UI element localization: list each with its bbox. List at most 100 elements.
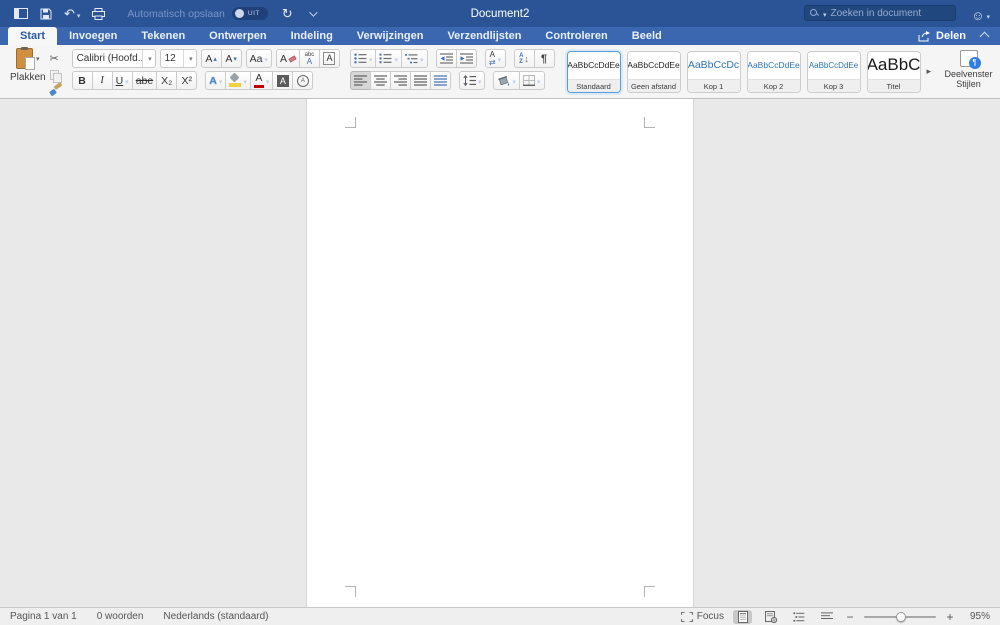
search-icon [810, 9, 819, 18]
print-layout-view-button[interactable] [733, 610, 752, 624]
italic-button[interactable]: I [92, 71, 113, 90]
styles-pane-button[interactable]: ¶ Deelvenster Stijlen [941, 45, 1000, 98]
tab-verzendlijsten[interactable]: Verzendlijsten [435, 27, 533, 45]
numbering-button[interactable] [375, 49, 402, 68]
highlighter-icon [229, 74, 241, 87]
draft-icon [821, 612, 833, 621]
shading-button[interactable] [493, 71, 520, 90]
subscript-button[interactable]: X₂ [156, 71, 177, 90]
undo-dropdown-caret-icon[interactable] [75, 5, 81, 23]
search-scope-caret-icon[interactable] [821, 4, 827, 22]
page-count[interactable]: Pagina 1 van 1 [10, 611, 77, 622]
search-input[interactable]: Zoeken in document [804, 5, 956, 21]
styles-pane-icon: ¶ [960, 50, 978, 67]
clear-formatting-button[interactable]: A [276, 49, 300, 68]
font-family-value: Calibri (Hoofd... [73, 53, 142, 64]
align-center-button[interactable] [370, 71, 391, 90]
tab-controleren[interactable]: Controleren [533, 27, 619, 45]
copy-icon[interactable] [50, 70, 61, 81]
clipboard-group: Plakken [4, 45, 64, 98]
text-direction-button[interactable]: A ⇄ [485, 49, 506, 68]
bold-button[interactable]: B [72, 71, 93, 90]
distribute-text-button[interactable] [430, 71, 451, 90]
align-left-button[interactable] [350, 71, 371, 90]
focus-mode-button[interactable]: Focus [681, 611, 724, 622]
change-case-button[interactable]: Aa [246, 49, 272, 68]
text-effects-button[interactable]: A [205, 71, 226, 90]
style-kop-2[interactable]: AaBbCcDdEe Kop 2 [747, 51, 801, 93]
phonetic-guide-button[interactable]: abc A [299, 49, 320, 68]
tab-tekenen[interactable]: Tekenen [129, 27, 197, 45]
zoom-slider-handle[interactable] [896, 612, 906, 622]
justify-icon [414, 75, 427, 86]
autosave-control[interactable]: Automatisch opslaan UIT [127, 7, 267, 20]
show-formatting-marks-button[interactable]: ¶ [534, 49, 555, 68]
language-indicator[interactable]: Nederlands (standaard) [163, 611, 268, 622]
sidebar-toggle-icon[interactable] [14, 8, 28, 19]
undo-button[interactable]: ↶ [64, 5, 80, 23]
paste-label: Plakken [10, 72, 46, 83]
highlight-button[interactable] [225, 71, 251, 90]
line-spacing-button[interactable] [459, 71, 486, 90]
decrease-indent-button[interactable] [436, 49, 457, 68]
style-geen-afstand[interactable]: AaBbCcDdEe Geen afstand [627, 51, 681, 93]
justify-button[interactable] [410, 71, 431, 90]
bullets-button[interactable] [350, 49, 377, 68]
web-layout-view-button[interactable] [761, 610, 780, 624]
zoom-slider[interactable] [864, 611, 936, 623]
character-shading-button[interactable]: A [272, 71, 293, 90]
document-page[interactable] [306, 99, 694, 607]
zoom-in-button[interactable]: + [945, 610, 955, 624]
tab-start[interactable]: Start [8, 27, 57, 45]
format-painter-icon[interactable] [50, 84, 62, 96]
font-group: Calibri (Hoofd... 12 A A Aa A [70, 45, 342, 98]
autosave-toggle[interactable]: UIT [232, 7, 268, 20]
customize-toolbar-chevron-icon[interactable] [309, 11, 315, 17]
print-icon[interactable] [92, 8, 105, 20]
superscript-button[interactable]: X² [176, 71, 197, 90]
tab-ontwerpen[interactable]: Ontwerpen [197, 27, 278, 45]
share-button[interactable]: Delen [918, 27, 966, 45]
borders-button[interactable] [519, 71, 545, 90]
style-kop-3[interactable]: AaBbCcDdEe Kop 3 [807, 51, 861, 93]
font-family-select[interactable]: Calibri (Hoofd... [72, 49, 156, 68]
word-count[interactable]: 0 woorden [97, 611, 144, 622]
shrink-font-button[interactable]: A [221, 49, 242, 68]
underline-button[interactable]: U [112, 71, 133, 90]
multilevel-list-button[interactable] [401, 49, 428, 68]
sort-button[interactable]: AZ ↓ [514, 49, 535, 68]
increase-indent-button[interactable] [456, 49, 477, 68]
redo-icon[interactable]: ↻ [282, 7, 293, 20]
cut-icon[interactable] [50, 49, 62, 67]
tab-indeling[interactable]: Indeling [279, 27, 345, 45]
draft-view-button[interactable] [817, 610, 836, 624]
style-kop-1[interactable]: AaBbCcDc Kop 1 [687, 51, 741, 93]
grow-font-button[interactable]: A [201, 49, 222, 68]
indent-icon [460, 53, 473, 64]
character-border-button[interactable]: A [319, 49, 340, 68]
zoom-level[interactable]: 95% [964, 611, 990, 622]
more-styles-arrow-icon[interactable] [927, 52, 937, 92]
save-icon[interactable] [40, 8, 52, 20]
font-color-caret-icon [264, 75, 270, 87]
tab-invoegen[interactable]: Invoegen [57, 27, 129, 45]
feedback-smiley-icon[interactable] [971, 6, 990, 24]
zoom-out-button[interactable]: − [845, 610, 855, 624]
left-right-arrows-icon: ⇄ [489, 59, 496, 67]
tab-verwijzingen[interactable]: Verwijzingen [345, 27, 436, 45]
enclose-characters-button[interactable]: A [292, 71, 313, 90]
style-standaard[interactable]: AaBbCcDdEe Standaard [567, 51, 621, 93]
paste-button[interactable]: Plakken [10, 48, 46, 98]
style-titel[interactable]: AaBbC Titel [867, 51, 921, 93]
font-size-select[interactable]: 12 [160, 49, 197, 68]
borders-grid-icon [523, 75, 535, 86]
focus-label: Focus [697, 611, 724, 622]
strikethrough-button[interactable]: abe [132, 71, 158, 90]
outline-view-button[interactable] [789, 610, 808, 624]
font-color-button[interactable]: A [250, 71, 274, 90]
tab-beeld[interactable]: Beeld [620, 27, 674, 45]
line-spacing-icon [463, 75, 476, 86]
paste-clipboard-icon [16, 48, 33, 69]
collapse-ribbon-chevron-icon[interactable] [980, 32, 990, 42]
align-right-button[interactable] [390, 71, 411, 90]
